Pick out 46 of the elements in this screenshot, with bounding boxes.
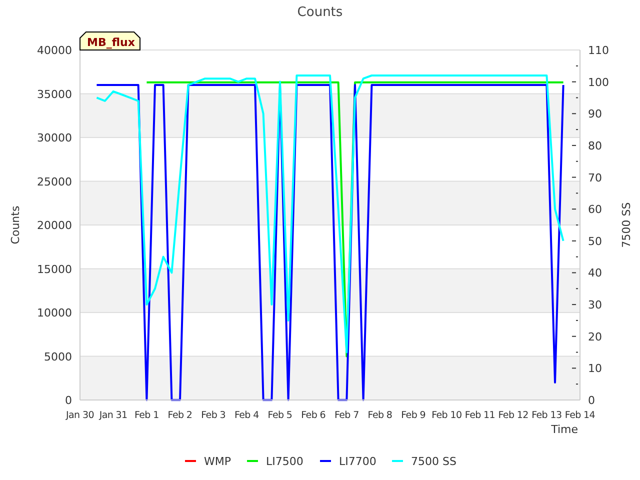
y-tick-label: 25000	[37, 175, 72, 188]
legend-label: LI7700	[339, 455, 376, 468]
x-tick-label: Feb 6	[301, 410, 326, 421]
y2-tick-label: 40	[588, 266, 602, 280]
x-tick-label: Feb 4	[234, 410, 259, 421]
y-tick-label: 30000	[37, 132, 72, 144]
x-tick-label: Feb 5	[268, 410, 292, 421]
y2-tick-label: 50	[588, 234, 602, 248]
chart-title: Counts	[297, 5, 343, 20]
x-tick-label: Feb 12	[498, 410, 528, 421]
y-tick-label: 0	[65, 394, 72, 407]
y2-axis-label: 7500 SS	[620, 202, 633, 248]
y2-tick-label: 100	[588, 76, 609, 89]
y2-tick-label: 20	[588, 330, 602, 344]
x-tick-label: Feb 2	[168, 410, 192, 421]
x-tick-label: Feb 7	[334, 410, 359, 421]
y-tick-label: 35000	[37, 88, 72, 101]
x-tick-label: Feb 14	[564, 410, 596, 421]
y-tick-label: 40000	[37, 44, 72, 57]
y-axis-label: Counts	[9, 206, 22, 244]
y2-tick-label: 30	[588, 298, 602, 312]
x-tick-label: Jan 31	[99, 410, 128, 421]
x-tick-label: Feb 1	[134, 410, 159, 421]
x-axis-label: Time	[551, 423, 578, 436]
y2-tick-label: 60	[588, 203, 602, 216]
x-tick-label: Feb 9	[401, 410, 426, 421]
y-tick-label: 20000	[37, 219, 72, 232]
y-tick-label: 5000	[44, 350, 72, 364]
x-tick-label: Feb 10	[432, 410, 462, 421]
legend-label: WMP	[204, 455, 232, 468]
y2-tick-label: 0	[588, 394, 595, 407]
x-tick-label: Feb 3	[201, 410, 226, 421]
x-tick-label: Jan 30	[66, 410, 94, 421]
y2-tick-label: 70	[588, 171, 602, 184]
legend-label: LI7500	[266, 455, 304, 468]
y2-tick-label: 80	[588, 139, 602, 152]
x-tick-label: Feb 8	[368, 410, 392, 421]
legend-label: 7500 SS	[411, 455, 456, 468]
badge: MB_flux	[80, 32, 140, 50]
y-tick-label: 15000	[37, 262, 72, 276]
x-tick-label: Feb 13	[532, 410, 562, 421]
y2-tick-label: 110	[588, 44, 609, 57]
y2-tick-label: 90	[588, 108, 602, 121]
y-tick-label: 10000	[37, 306, 72, 320]
y2-tick-label: 10	[588, 362, 602, 376]
x-tick-label: Feb 11	[464, 410, 496, 421]
